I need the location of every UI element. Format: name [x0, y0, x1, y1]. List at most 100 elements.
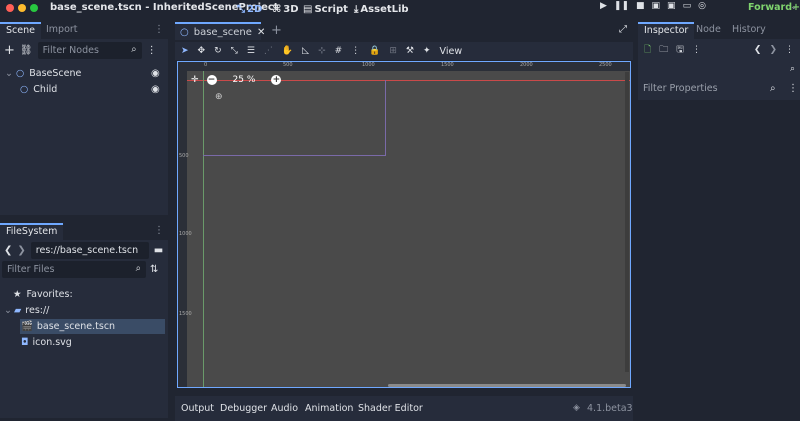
- lock-icon[interactable]: 🔒: [369, 46, 380, 56]
- assetlib-icon: ⤓: [354, 3, 359, 15]
- scene-menu-icon[interactable]: ⋮: [147, 45, 157, 56]
- visibility-eye-icon[interactable]: ◉: [151, 68, 160, 79]
- 3d-icon: ⌘: [272, 3, 282, 15]
- tab-animation[interactable]: Animation: [305, 403, 353, 414]
- dock-menu-icon[interactable]: ⋮: [154, 24, 164, 35]
- expand-arrow-icon[interactable]: ⌄: [4, 305, 12, 316]
- play-icon[interactable]: ▶: [600, 1, 607, 11]
- rotate-mode-icon[interactable]: ↻: [214, 46, 222, 56]
- resource-menu-icon[interactable]: ⋮: [692, 45, 701, 55]
- filesystem-dock: FileSystem ⋮ ❮ ❯ res://base_scene.tscn ▬…: [0, 223, 168, 418]
- tree-node-basescene[interactable]: ⌄ ○ BaseScene: [5, 66, 81, 81]
- tab-output[interactable]: Output: [181, 403, 214, 414]
- title-bar: base_scene.tscn - InheritedSceneProject …: [0, 0, 800, 18]
- star-icon: ★: [13, 289, 22, 300]
- tab-audio[interactable]: Audio: [271, 403, 298, 414]
- visibility-eye-icon[interactable]: ◉: [151, 84, 160, 95]
- movie-maker-icon[interactable]: ▭: [683, 1, 692, 11]
- history-back-icon[interactable]: ❮: [754, 45, 762, 55]
- save-resource-icon[interactable]: 🖫: [676, 42, 684, 58]
- split-view-icon[interactable]: ▬: [154, 245, 163, 256]
- back-icon[interactable]: ❮: [4, 245, 12, 256]
- tab-node[interactable]: Node: [690, 22, 727, 39]
- zoom-in-button[interactable]: +: [271, 75, 282, 85]
- close-window-button[interactable]: [6, 4, 14, 12]
- zoom-window-button[interactable]: [30, 4, 38, 12]
- tab-history[interactable]: History: [726, 22, 772, 39]
- play-custom-scene-icon[interactable]: ▣: [667, 1, 676, 11]
- minimize-window-button[interactable]: [18, 4, 26, 12]
- search-icon: ⌕: [770, 83, 776, 94]
- select-mode-icon[interactable]: ➤: [181, 46, 189, 56]
- mode-assetlib-button[interactable]: ⤓ AssetLib: [354, 1, 409, 17]
- zoom-out-button[interactable]: −: [206, 75, 217, 85]
- ruler-left: 500 1000 1500: [178, 71, 192, 387]
- expand-arrow-icon[interactable]: ⌄: [5, 68, 13, 79]
- tab-filesystem[interactable]: FileSystem: [0, 223, 64, 240]
- filter-nodes-input[interactable]: Filter Nodes ⌕: [37, 41, 142, 59]
- tab-debugger[interactable]: Debugger: [220, 403, 267, 414]
- add-tab-icon[interactable]: +: [271, 23, 282, 38]
- snap-options-icon[interactable]: ⋮: [351, 46, 360, 56]
- scene-dock: Scene Import ⋮ + ⛓ Filter Nodes ⌕ ⋮ ⌄ ○ …: [0, 22, 168, 215]
- horizontal-scrollbar[interactable]: [388, 384, 626, 387]
- ruler-mode-icon[interactable]: ◺: [302, 46, 309, 56]
- vertical-scrollbar[interactable]: [625, 72, 629, 372]
- bone-icon[interactable]: ⚒: [406, 46, 414, 56]
- mode-script-button[interactable]: ▤ Script: [303, 1, 348, 17]
- pivot-icon[interactable]: ⋰: [264, 46, 273, 56]
- viewport-rect: [203, 80, 386, 156]
- mode-3d-button[interactable]: ⌘ 3D: [272, 1, 299, 17]
- node-origin-icon: ⊕: [215, 92, 223, 102]
- tab-shader-editor[interactable]: Shader Editor: [358, 403, 423, 414]
- dock-menu-icon[interactable]: ⋮: [154, 225, 164, 236]
- close-tab-icon[interactable]: ✕: [257, 27, 265, 38]
- scene-tab-base-scene[interactable]: ○ base_scene ✕: [175, 22, 265, 40]
- pan-mode-icon[interactable]: ✋: [282, 46, 293, 56]
- tab-scene[interactable]: Scene: [0, 22, 41, 39]
- view-menu[interactable]: View: [440, 46, 463, 57]
- filter-files-input[interactable]: Filter Files ⌕: [2, 260, 146, 278]
- file-base-scene[interactable]: 🎬 base_scene.tscn: [20, 319, 165, 334]
- object-search-icon[interactable]: ⌕: [790, 64, 795, 74]
- new-resource-icon[interactable]: 🗋: [644, 42, 651, 58]
- filter-properties-input[interactable]: Filter Properties ⌕ ⋮: [638, 80, 800, 100]
- play-scene-icon[interactable]: ▣: [652, 1, 661, 11]
- path-field[interactable]: res://base_scene.tscn: [30, 241, 149, 259]
- forward-icon[interactable]: ❯: [17, 245, 25, 256]
- favorites-item[interactable]: ★ Favorites:: [13, 287, 73, 302]
- list-select-icon[interactable]: ☰: [247, 46, 255, 56]
- history-forward-icon[interactable]: ❯: [769, 45, 777, 55]
- chevron-down-icon[interactable]: ⌄: [790, 2, 798, 12]
- filesystem-dock-tabs: FileSystem ⋮: [0, 223, 168, 240]
- pause-icon[interactable]: ❚❚: [614, 1, 629, 11]
- move-mode-icon[interactable]: ✥: [198, 46, 206, 56]
- grid-snap-icon[interactable]: #: [335, 46, 343, 56]
- canvas-viewport[interactable]: 0 500 1000 1500 2000 2500 500 1000 1500 …: [177, 61, 631, 388]
- version-label: 4.1.beta3: [587, 403, 633, 414]
- file-icon-svg[interactable]: ◘ icon.svg: [21, 335, 72, 350]
- smart-snap-icon[interactable]: ⊹: [318, 46, 326, 56]
- tree-node-child[interactable]: ○ Child: [20, 82, 57, 97]
- group-icon[interactable]: ⊞: [389, 46, 397, 56]
- mode-2d-button[interactable]: ⤡ 2D: [237, 1, 262, 17]
- tab-inspector[interactable]: Inspector: [638, 22, 695, 39]
- folder-res-root[interactable]: ⌄ ▰ res://: [4, 303, 49, 318]
- remote-debug-icon[interactable]: ◎: [698, 1, 706, 11]
- script-icon: ▤: [303, 3, 313, 15]
- history-menu-icon[interactable]: ⋮: [785, 45, 794, 55]
- link-icon[interactable]: ⛓: [20, 45, 33, 56]
- distraction-free-icon[interactable]: ⤢: [619, 24, 627, 35]
- add-node-icon[interactable]: +: [4, 43, 15, 58]
- skeleton-icon[interactable]: ✦: [423, 46, 431, 56]
- stop-icon[interactable]: ■: [636, 1, 645, 11]
- inspector-menu-icon[interactable]: ⋮: [788, 83, 798, 94]
- image-file-icon: ◘: [21, 337, 29, 348]
- zoom-level[interactable]: 25 %: [233, 75, 256, 85]
- sort-icon[interactable]: ⇅: [150, 264, 158, 275]
- center-view-icon[interactable]: ✛: [191, 75, 199, 85]
- load-resource-icon[interactable]: 🗀: [659, 42, 668, 58]
- scale-mode-icon[interactable]: ⤡: [231, 46, 238, 56]
- tab-import[interactable]: Import: [40, 22, 84, 39]
- search-icon: ⌕: [131, 43, 137, 55]
